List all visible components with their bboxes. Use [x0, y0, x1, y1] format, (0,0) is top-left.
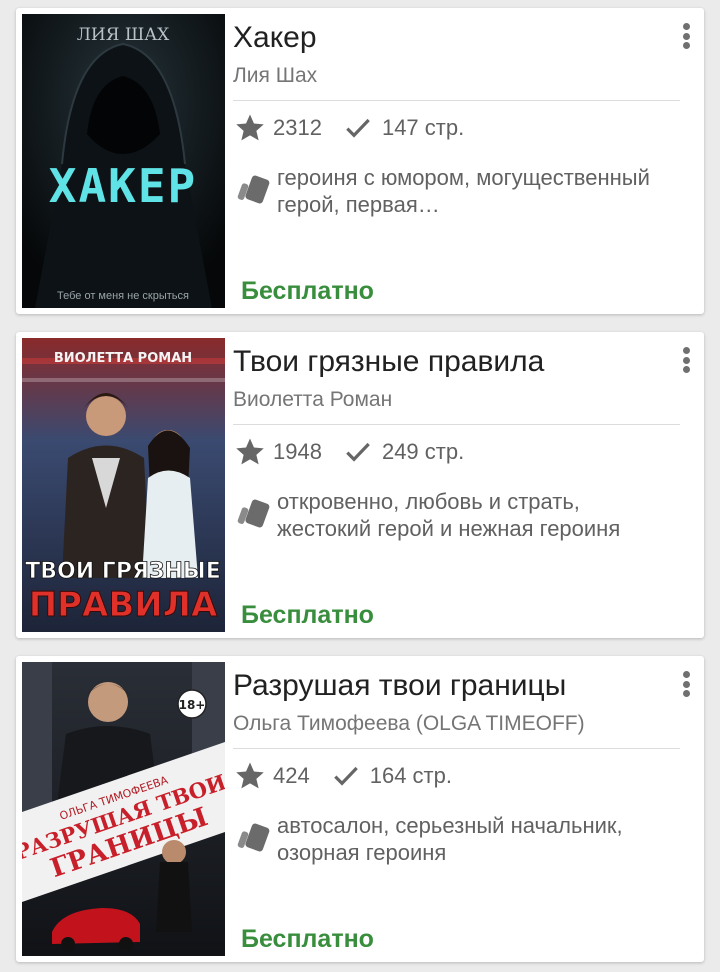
price-label: Бесплатно	[241, 601, 374, 629]
book-cover[interactable]: ЛИЯ ШАХ ХАКЕР Тебе от меня не скрыться	[22, 14, 225, 308]
tag-icon	[237, 823, 270, 852]
book-stats: 1948 249 стр.	[233, 436, 464, 468]
cover-author-text: ВИОЛЕТТА РОМАН	[54, 351, 192, 366]
cover-image-dirty-rules: ВИОЛЕТТА РОМАН ТВОИ ГРЯЗНЫЕ ПРАВИЛА	[22, 338, 225, 632]
star-icon	[236, 114, 264, 141]
more-vert-icon[interactable]	[674, 344, 698, 376]
book-title[interactable]: Разрушая твои границы	[233, 668, 660, 704]
book-stats: 424 164 стр.	[233, 760, 452, 792]
tags-text: автосалон, серьезный начальник, озорная …	[277, 813, 623, 865]
book-tags: откровенно, любовь и страть, жестокий ге…	[233, 488, 683, 542]
book-stats: 2312 147 стр.	[233, 112, 464, 144]
book-cover[interactable]: 18+ ОЛЬГА ТИМОФЕЕВА РАЗРУШАЯ ТВОИ ГРАНИЦ…	[22, 662, 225, 956]
book-card[interactable]: ВИОЛЕТТА РОМАН ТВОИ ГРЯЗНЫЕ ПРАВИЛА Твои…	[16, 332, 704, 638]
page-count: 147 стр.	[381, 115, 465, 140]
rating-count: 424	[273, 763, 310, 788]
age-badge: 18+	[179, 698, 206, 712]
cover-author-text: ЛИЯ ШАХ	[77, 25, 170, 45]
check-icon	[346, 442, 370, 462]
more-vert-icon[interactable]	[674, 20, 698, 52]
book-author[interactable]: Лия Шах	[233, 62, 660, 90]
cover-title-line2: ПРАВИЛА	[29, 585, 218, 625]
cover-title-line1: ТВОИ ГРЯЗНЫЕ	[25, 559, 221, 584]
cover-image-breaking-boundaries: 18+ ОЛЬГА ТИМОФЕЕВА РАЗРУШАЯ ТВОИ ГРАНИЦ…	[22, 662, 225, 956]
book-tags: автосалон, серьезный начальник, озорная …	[233, 812, 683, 866]
page-count: 164 стр.	[369, 763, 452, 788]
rating-count: 2312	[273, 115, 322, 140]
star-icon	[236, 438, 264, 465]
cover-title-text: ХАКЕР	[49, 159, 197, 213]
star-icon	[236, 762, 264, 789]
tag-icon	[237, 499, 270, 528]
check-icon	[346, 118, 370, 138]
book-card[interactable]: 18+ ОЛЬГА ТИМОФЕЕВА РАЗРУШАЯ ТВОИ ГРАНИЦ…	[16, 656, 704, 962]
page-count: 249 стр.	[381, 439, 465, 464]
book-title[interactable]: Хакер	[233, 20, 660, 56]
book-author[interactable]: Виолетта Роман	[233, 386, 660, 414]
price-label: Бесплатно	[241, 277, 374, 305]
check-icon	[333, 766, 358, 786]
tag-icon	[237, 175, 270, 204]
cover-tagline: Тебе от меня не скрыться	[57, 290, 189, 302]
divider	[233, 748, 680, 749]
divider	[233, 424, 680, 425]
rating-count: 1948	[273, 439, 322, 464]
book-card[interactable]: ЛИЯ ШАХ ХАКЕР Тебе от меня не скрыться Х…	[16, 8, 704, 314]
cover-image-hacker: ЛИЯ ШАХ ХАКЕР Тебе от меня не скрыться	[22, 14, 225, 308]
book-tags: героиня с юмором, могущественный герой, …	[233, 164, 683, 218]
book-cover[interactable]: ВИОЛЕТТА РОМАН ТВОИ ГРЯЗНЫЕ ПРАВИЛА	[22, 338, 225, 632]
price-label: Бесплатно	[241, 925, 374, 953]
more-vert-icon[interactable]	[674, 668, 698, 700]
book-title[interactable]: Твои грязные правила	[233, 344, 660, 380]
book-list: ЛИЯ ШАХ ХАКЕР Тебе от меня не скрыться Х…	[0, 0, 720, 972]
tags-text: откровенно, любовь и страть, жестокий ге…	[277, 489, 621, 541]
tags-text: героиня с юмором, могущественный герой, …	[277, 165, 650, 217]
divider	[233, 100, 680, 101]
book-author[interactable]: Ольга Тимофеева (OLGA TIMEOFF)	[233, 710, 660, 738]
